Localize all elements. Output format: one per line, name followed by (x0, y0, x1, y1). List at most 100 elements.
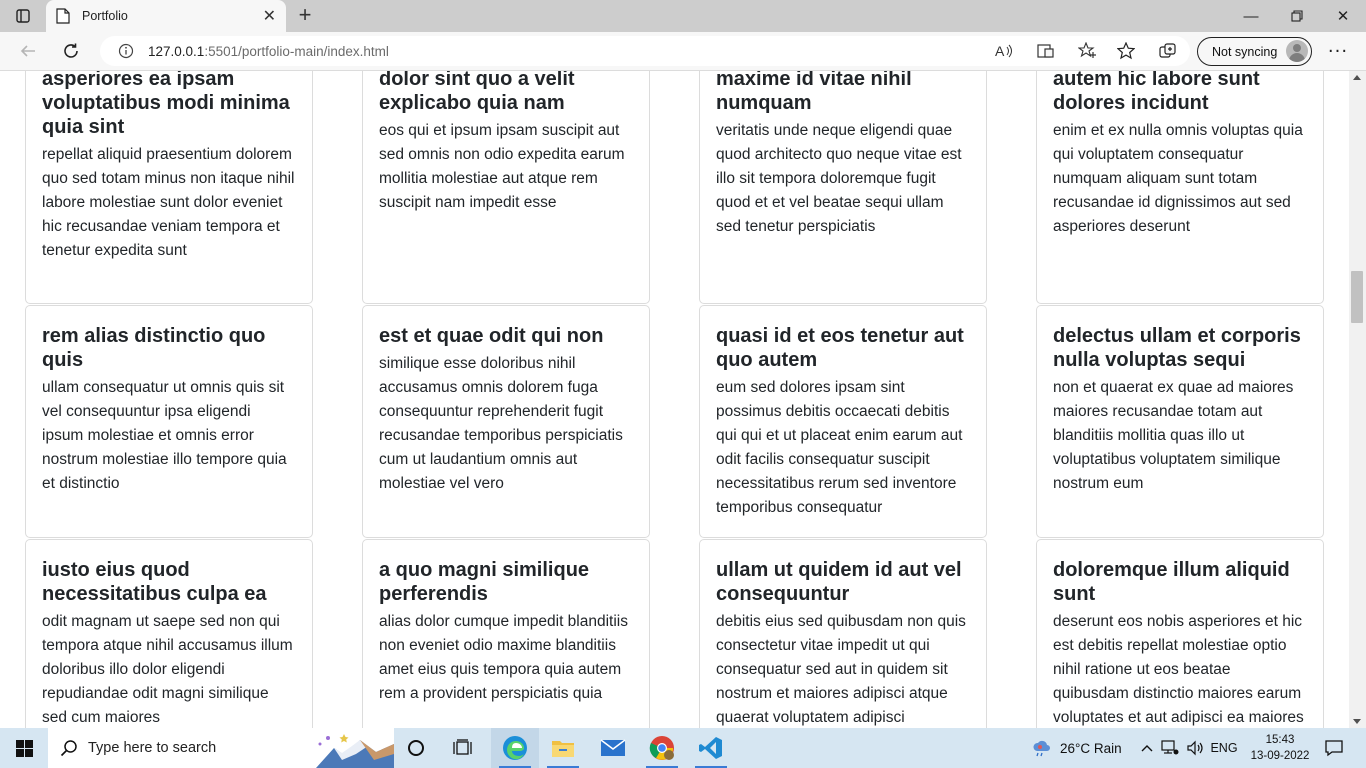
card-body: odit magnam ut saepe sed non qui tempora… (42, 613, 293, 726)
card-body: alias dolor cumque impedit blanditiis no… (379, 613, 628, 702)
card: doloremque illum aliquid sunt deserunt e… (1036, 539, 1324, 728)
tab-actions-icon[interactable] (8, 5, 38, 27)
close-tab-icon[interactable]: ✕ (263, 6, 276, 26)
folder-icon (552, 741, 574, 757)
chrome-icon (649, 736, 674, 760)
card: autem hic labore sunt dolores incidunt e… (1036, 71, 1324, 304)
card-title: iusto eius quod necessitatibus culpa ea (42, 559, 267, 605)
weather-widget[interactable]: 26°C Rain (1060, 728, 1130, 768)
card: quasi id et eos tenetur aut quo autem eu… (699, 305, 987, 538)
card: maxime id vitae nihil numquam veritatis … (699, 71, 987, 304)
card-body: repellat aliquid praesentium dolorem quo… (42, 146, 295, 259)
clock-date: 13-09-2022 (1250, 750, 1310, 762)
card-title: ullam ut quidem id aut vel consequuntur (716, 559, 962, 605)
url-text[interactable]: 127.0.0.1:5501/portfolio-main/index.html (148, 44, 389, 59)
search-icon (60, 740, 77, 757)
taskbar-search[interactable]: Type here to search (48, 728, 394, 768)
card-title: rem alias distinctio quo quis (42, 325, 266, 371)
mail-icon (600, 739, 626, 756)
search-highlight-icon (316, 734, 394, 768)
language-indicator[interactable]: ENG (1208, 728, 1240, 768)
windows-icon (15, 739, 33, 757)
weather-icon[interactable] (1030, 728, 1054, 768)
taskbar-file-explorer[interactable] (539, 728, 587, 768)
card-title: delectus ullam et corporis nulla volupta… (1053, 325, 1301, 371)
browser-titlebar: Portfolio ✕ + — ✕ (0, 0, 1366, 32)
card-title: est et quae odit qui non (379, 325, 604, 347)
browser-tab[interactable]: Portfolio ✕ (46, 0, 286, 32)
card-title: dolor sint quo a velit explicabo quia na… (379, 71, 575, 114)
scrollbar-thumb[interactable] (1351, 271, 1363, 323)
clock[interactable]: 15:43 13-09-2022 (1250, 732, 1310, 764)
clock-time: 15:43 (1265, 734, 1295, 746)
task-view-icon[interactable] (443, 728, 483, 768)
page-viewport: asperiores ea ipsam voluptatibus modi mi… (0, 71, 1349, 728)
tab-title: Portfolio (82, 9, 128, 23)
add-favorite-icon[interactable] (1074, 38, 1102, 64)
page-scrollbar[interactable] (1349, 71, 1366, 728)
taskbar-chrome[interactable] (638, 728, 686, 768)
taskbar-vscode[interactable] (687, 728, 735, 768)
card-body: eos qui et ipsum ipsam suscipit aut sed … (379, 122, 625, 211)
close-window-button[interactable]: ✕ (1320, 0, 1366, 32)
card-body: deserunt eos nobis asperiores et hic est… (1053, 613, 1304, 726)
profile-sync-button[interactable]: Not syncing (1197, 37, 1312, 66)
language-text: ENG (1210, 741, 1238, 755)
restore-button[interactable] (1274, 0, 1320, 32)
toolbar-icons (1112, 38, 1182, 64)
avatar (1286, 40, 1308, 62)
card-body: non et quaerat ex quae ad maiores maiore… (1053, 379, 1294, 492)
card: iusto eius quod necessitatibus culpa ea … (25, 539, 313, 728)
start-button[interactable] (0, 728, 48, 768)
settings-menu-icon[interactable]: ··· (1324, 38, 1352, 64)
card-body: enim et ex nulla omnis voluptas quia qui… (1053, 122, 1303, 235)
taskbar: Type here to search 26°C Rain ENG 15:43 … (0, 728, 1366, 768)
card-body: veritatis unde neque eligendi quae quod … (716, 122, 962, 235)
card: ullam ut quidem id aut vel consequuntur … (699, 539, 987, 728)
address-bar-icons: A (990, 38, 1102, 64)
card: dolor sint quo a velit explicabo quia na… (362, 71, 650, 304)
notifications-icon[interactable] (1316, 728, 1352, 768)
card-body: similique esse doloribus nihil accusamus… (379, 355, 623, 492)
card-title: autem hic labore sunt dolores incidunt (1053, 71, 1260, 114)
card: rem alias distinctio quo quis ullam cons… (25, 305, 313, 538)
card: a quo magni similique perferendis alias … (362, 539, 650, 728)
card-body: ullam consequatur ut omnis quis sit vel … (42, 379, 287, 492)
cortana-icon[interactable] (396, 728, 436, 768)
card-body: debitis eius sed quibusdam non quis cons… (716, 613, 966, 726)
read-aloud-icon[interactable]: A (990, 38, 1018, 64)
browser-navbar: 127.0.0.1:5501/portfolio-main/index.html… (0, 32, 1366, 71)
immersive-reader-icon[interactable] (1032, 38, 1060, 64)
sync-label: Not syncing (1212, 44, 1278, 59)
scroll-down-icon[interactable] (1353, 719, 1361, 724)
show-hidden-icons[interactable] (1138, 728, 1156, 768)
minimize-button[interactable]: — (1228, 0, 1274, 32)
weather-text: 26°C Rain (1060, 740, 1122, 756)
card: delectus ullam et corporis nulla volupta… (1036, 305, 1324, 538)
card-title: doloremque illum aliquid sunt (1053, 559, 1290, 605)
new-tab-button[interactable]: + (292, 4, 318, 28)
card: asperiores ea ipsam voluptatibus modi mi… (25, 71, 313, 304)
collections-icon[interactable] (1154, 38, 1182, 64)
taskbar-edge[interactable] (491, 728, 539, 768)
card-title: asperiores ea ipsam voluptatibus modi mi… (42, 71, 290, 138)
scroll-up-icon[interactable] (1353, 75, 1361, 80)
network-icon[interactable] (1158, 728, 1182, 768)
svg-text:A: A (995, 43, 1005, 59)
card-title: quasi id et eos tenetur aut quo autem (716, 325, 964, 371)
taskbar-mail[interactable] (589, 728, 637, 768)
volume-icon[interactable] (1184, 728, 1206, 768)
refresh-button[interactable] (57, 38, 85, 64)
card: est et quae odit qui non similique esse … (362, 305, 650, 538)
card-title: maxime id vitae nihil numquam (716, 71, 912, 114)
site-info-icon[interactable] (118, 43, 134, 59)
back-button[interactable] (14, 38, 42, 64)
page-icon (56, 8, 70, 24)
favorites-icon[interactable] (1112, 38, 1140, 64)
edge-icon (503, 736, 527, 760)
window-controls: — ✕ (1228, 0, 1366, 32)
search-placeholder: Type here to search (88, 740, 217, 756)
card-body: eum sed dolores ipsam sint possimus debi… (716, 379, 963, 516)
vscode-icon (699, 737, 722, 759)
card-title: a quo magni similique perferendis (379, 559, 590, 605)
